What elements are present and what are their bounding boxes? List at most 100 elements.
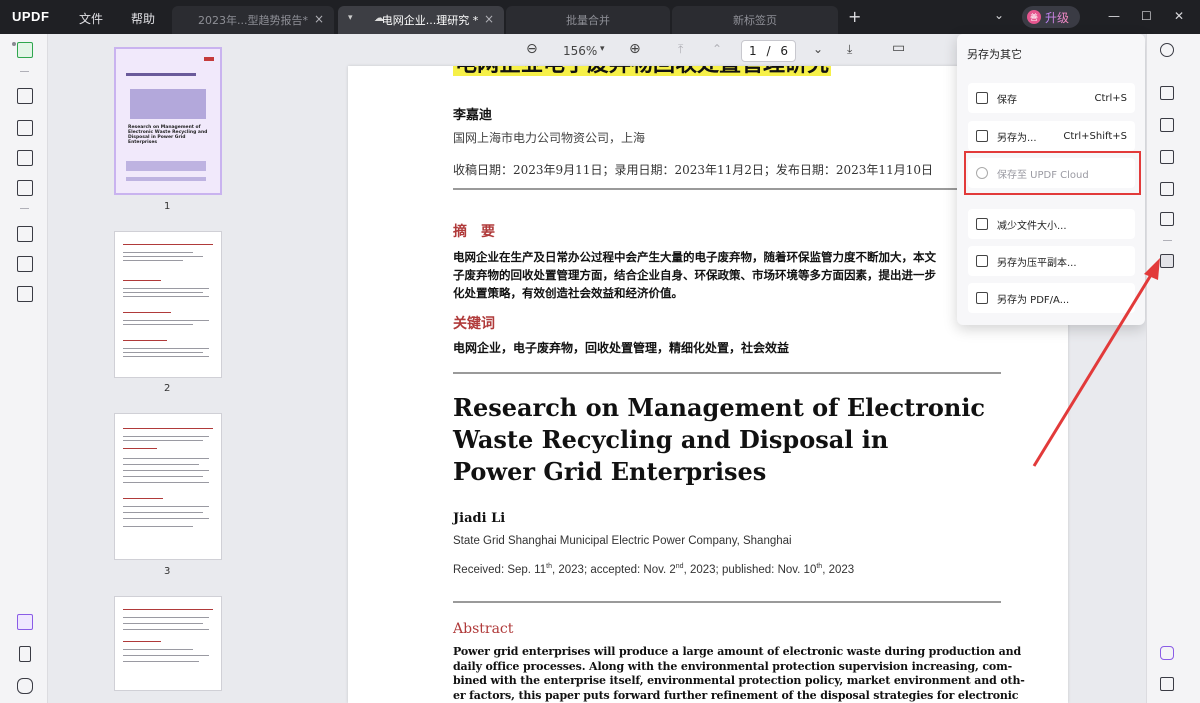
prev-page-icon[interactable]: ⌃ — [712, 42, 722, 56]
zoom-level[interactable]: 156% — [563, 44, 597, 58]
bookmark-icon[interactable] — [19, 646, 31, 662]
flatten-icon — [976, 255, 988, 267]
organize-pages-icon[interactable] — [17, 226, 33, 242]
compress-icon — [976, 218, 988, 230]
tab-label: 电网企业...理研究 * — [381, 14, 479, 27]
tab-dropdown-icon[interactable]: ▾ — [348, 13, 353, 23]
page-number-input[interactable]: 1 / 6 — [741, 40, 796, 62]
divider — [20, 208, 29, 209]
last-page-icon[interactable]: ⤓ — [847, 42, 852, 57]
item-label: 减少文件大小... — [997, 220, 1067, 232]
add-tab-button[interactable]: + — [848, 7, 861, 26]
presentation-icon[interactable]: ▭ — [892, 40, 905, 56]
text-line: er factors, this paper puts forward furt… — [453, 688, 1019, 702]
edit-pdf-icon[interactable] — [17, 120, 33, 136]
page-toolbar: ⊖ 156% ▾ ⊕ ⤒ ⌃ ⌄ ⤓ ▭ — [288, 34, 958, 66]
share-icon[interactable] — [1160, 182, 1174, 196]
pdfa-icon — [976, 292, 988, 304]
page-separator: / — [766, 44, 771, 58]
tab-label: 新标签页 — [733, 14, 777, 27]
comment-list-icon[interactable] — [1160, 677, 1174, 691]
save-as-icon — [976, 130, 988, 142]
total-pages: 6 — [780, 44, 788, 58]
abstract-en-text: Power grid enterprises will produce a la… — [453, 645, 1025, 703]
title-bar: UPDF 文件 帮助 2023年...型趋势报告* × ▾ ☁ 电网企业...理… — [0, 0, 1200, 34]
english-title: Research on Management of Electronic Was… — [453, 392, 985, 488]
chevron-down-icon[interactable]: ⌄ — [994, 8, 1004, 22]
abstract-cn-heading: 摘 要 — [453, 224, 495, 240]
current-page: 1 — [749, 44, 757, 58]
text-line: Power grid enterprises will produce a la… — [453, 645, 1022, 658]
zoom-dropdown-icon[interactable]: ▾ — [600, 44, 605, 54]
author-en: Jiadi Li — [453, 511, 506, 526]
divider — [453, 601, 1001, 603]
close-window-button[interactable]: ✕ — [1174, 9, 1184, 23]
text-part: , 2023 — [822, 563, 855, 576]
search-icon[interactable] — [1160, 43, 1174, 57]
upgrade-button[interactable]: 善 升级 — [1022, 6, 1080, 28]
text-line: Waste Recycling and Disposal in — [453, 425, 889, 454]
fill-sign-icon[interactable] — [17, 180, 33, 196]
thumbnail-page-2[interactable] — [114, 231, 222, 378]
divider — [20, 71, 29, 72]
author-cn: 李嘉迪 — [453, 108, 493, 123]
keywords-cn-heading: 关键词 — [453, 316, 495, 332]
attachment-icon[interactable] — [17, 678, 33, 694]
tab-current-document[interactable]: ▾ ☁ 电网企业...理研究 * × — [338, 6, 504, 34]
tab-report[interactable]: 2023年...型趋势报告* × — [172, 6, 334, 34]
upgrade-label: 升级 — [1045, 10, 1070, 25]
arrow-shaft — [1032, 269, 1156, 467]
arrow-head — [1144, 258, 1160, 280]
email-icon[interactable] — [1160, 212, 1174, 226]
menu-help[interactable]: 帮助 — [131, 10, 155, 27]
tools-icon[interactable] — [17, 286, 33, 302]
zoom-out-icon[interactable]: ⊖ — [526, 41, 538, 57]
cloud-icon: ☁ — [374, 13, 384, 24]
annotation-arrow — [1032, 258, 1160, 467]
shortcut-label: Ctrl+S — [1094, 92, 1127, 104]
next-page-icon[interactable]: ⌄ — [813, 42, 823, 56]
ai-assistant-icon[interactable] — [1160, 646, 1174, 660]
thumbnail-number: 1 — [164, 201, 171, 212]
save-as-button[interactable]: 另存为... Ctrl+Shift+S — [968, 121, 1135, 151]
thumbnail-page-3[interactable] — [114, 413, 222, 560]
text-line: Research on Management of Electronic — [453, 393, 986, 422]
reduce-file-size-button[interactable]: 减少文件大小... — [968, 209, 1135, 239]
maximize-button[interactable]: ☐ — [1141, 9, 1152, 23]
popup-title: 另存为其它 — [967, 48, 1022, 61]
reader-icon[interactable] — [17, 42, 33, 58]
app-logo: UPDF — [12, 9, 50, 24]
received-dates-en: Received: Sep. 11th, 2023; accepted: Nov… — [453, 563, 854, 576]
close-icon[interactable]: × — [314, 12, 324, 26]
text-line: 子废弃物的回收处置管理方面，结合企业自身、环保政策、市场环境等多方面因素，提出进… — [453, 268, 936, 282]
save-icon — [976, 92, 988, 104]
minimize-button[interactable]: — — [1108, 9, 1120, 23]
text-line: 化处置策略，有效创造社会效益和经济价值。 — [453, 286, 683, 300]
thumbnail-page-4[interactable] — [114, 596, 222, 691]
text-part: Received: Sep. 11 — [453, 563, 547, 576]
layers-icon[interactable] — [17, 614, 33, 630]
crop-icon[interactable] — [17, 256, 33, 272]
zoom-in-icon[interactable]: ⊕ — [629, 41, 641, 57]
menu-file[interactable]: 文件 — [79, 10, 103, 27]
tab-batch-merge[interactable]: 批量合并 — [506, 6, 670, 34]
first-page-icon[interactable]: ⤒ — [678, 42, 683, 57]
protect-icon[interactable] — [1160, 150, 1174, 164]
keywords-cn: 电网企业，电子废弃物，回收处置管理，精细化处置，社会效益 — [453, 341, 790, 355]
convert-icon[interactable] — [1160, 118, 1174, 132]
thumbnail-number: 2 — [164, 383, 171, 394]
form-icon[interactable] — [17, 150, 33, 166]
affiliation-cn: 国网上海市电力公司物资公司，上海 — [453, 131, 646, 145]
thumbnail-page-1[interactable]: Research on Management of Electronic Was… — [114, 47, 222, 195]
tab-new[interactable]: 新标签页 — [672, 6, 838, 34]
close-icon[interactable]: × — [484, 12, 494, 26]
save-button[interactable]: 保存 Ctrl+S — [968, 83, 1135, 113]
ocr-icon[interactable] — [1160, 86, 1174, 100]
divider — [1163, 240, 1172, 241]
text-line: daily office processes. Along with the e… — [453, 659, 1013, 673]
item-label: 保存 — [997, 94, 1017, 106]
left-toolbar — [0, 34, 48, 703]
text-line: bined with the enterprise itself, enviro… — [453, 674, 1025, 687]
comment-icon[interactable] — [17, 88, 33, 104]
divider — [453, 188, 1001, 190]
